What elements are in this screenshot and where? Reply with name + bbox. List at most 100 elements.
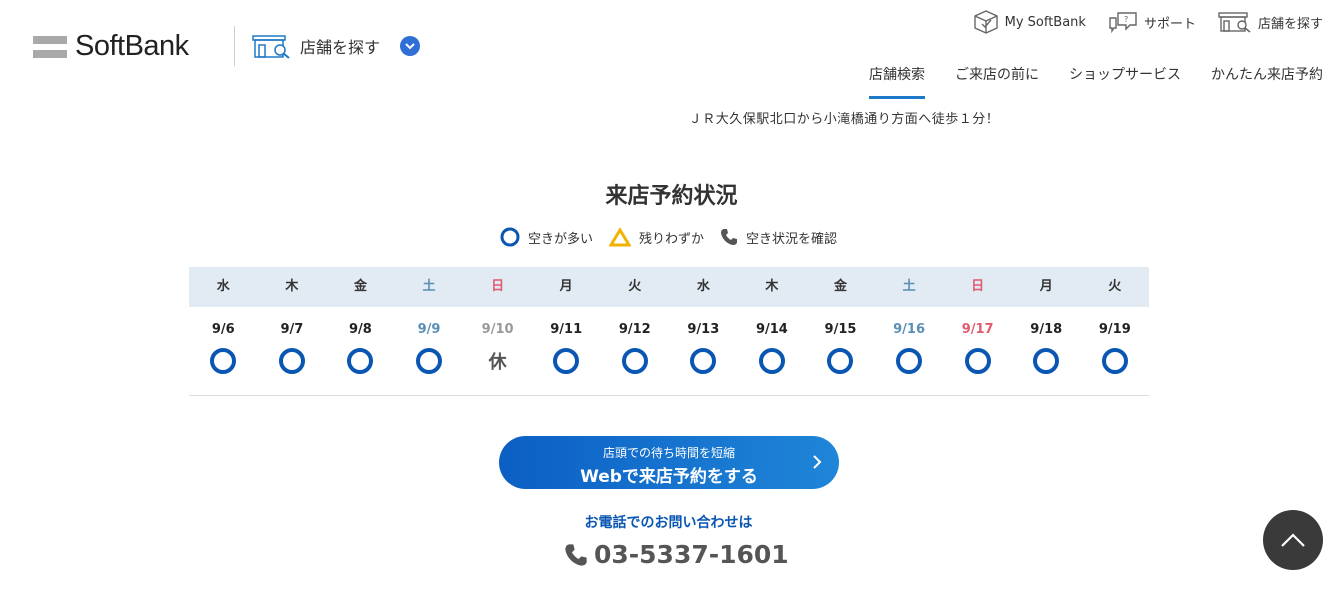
calendar-weekday: 土	[902, 279, 916, 294]
calendar-availability-cell[interactable]	[258, 341, 327, 381]
chevron-up-icon	[1281, 533, 1305, 547]
available-circle-icon	[964, 348, 991, 374]
calendar-date: 9/8	[349, 322, 372, 337]
available-circle-icon	[553, 348, 580, 374]
available-circle-icon	[1101, 348, 1128, 374]
calendar-weekday: 水	[696, 279, 710, 294]
calendar-date: 9/9	[417, 322, 441, 337]
calendar-date: 9/6	[211, 322, 235, 337]
available-circle-icon	[758, 348, 785, 374]
chevron-down-icon[interactable]	[400, 36, 421, 56]
softbank-logo[interactable]: SoftBank	[33, 30, 189, 63]
legend-few-left: 残りわずか	[609, 227, 704, 247]
reservation-title: 来店予約状況	[605, 184, 738, 209]
calendar-weekday: 土	[422, 279, 436, 294]
reservation-legend: 空きが多い 残りわずか 空き状況を確認	[500, 227, 853, 247]
calendar-availability-cell[interactable]	[189, 341, 258, 381]
utility-nav: My SoftBank ? サポート 店舗を探す	[951, 10, 1323, 34]
calendar-date: 9/10	[481, 322, 514, 337]
phone-icon	[721, 229, 738, 245]
phone-number-link[interactable]: 03-5337-1601	[564, 540, 789, 569]
web-reservation-button[interactable]: 店頭での待ち時間を短縮 Webで来店予約をする	[499, 436, 839, 489]
phone-number: 03-5337-1601	[594, 540, 789, 569]
util-mysoftbank-link[interactable]: My SoftBank	[973, 10, 1086, 34]
calendar-date: 9/11	[550, 322, 583, 337]
calendar-date: 9/14	[755, 322, 788, 337]
phone-icon	[565, 543, 587, 566]
logo-text: SoftBank	[75, 30, 189, 62]
calendar-availability-cell[interactable]	[1012, 341, 1081, 381]
calendar-date: 9/13	[687, 322, 720, 337]
nav-before-visit[interactable]: ご来店の前に	[955, 64, 1039, 99]
reservation-calendar: 水木金土日月火水木金土日月火 9/6 9/7 9/8 9/9 9/10 9/11 9/12 9…	[189, 267, 1149, 396]
calendar-date: 9/16	[893, 322, 926, 337]
available-circle-icon	[416, 348, 443, 374]
support-icon: ?	[1109, 12, 1137, 34]
available-circle-icon	[210, 348, 237, 374]
calendar-availability-cell[interactable]	[806, 341, 875, 381]
calendar-weekday: 木	[765, 279, 779, 294]
phone-inquiry-text: お電話でのお問い合わせは	[584, 515, 753, 531]
access-text: ＪＲ大久保駅北口から小滝橋通り方面へ徒歩１分！	[688, 112, 1000, 127]
calendar-availability-cell[interactable]	[395, 341, 464, 381]
store-search-dropdown[interactable]: 店舗を探す	[252, 33, 421, 59]
back-to-top-button[interactable]	[1263, 510, 1323, 570]
closed-label: 休	[488, 352, 507, 373]
calendar-date-row: 9/6 9/7 9/8 9/9 9/10 9/11 9/12 9/13 9/14 9/15 9/16…	[189, 319, 1149, 341]
calendar-weekday: 火	[1108, 279, 1122, 294]
legend-check: 空き状況を確認	[720, 228, 837, 247]
chevron-right-icon	[813, 455, 822, 469]
calendar-date: 9/19	[1098, 322, 1131, 337]
legend-check-label: 空き状況を確認	[746, 231, 838, 247]
calendar-availability-cell[interactable]	[1081, 341, 1150, 381]
nav-store-search[interactable]: 店舗検索	[869, 64, 925, 99]
calendar-weekday: 金	[353, 279, 367, 294]
available-circle-icon	[827, 348, 854, 374]
triangle-icon	[609, 227, 632, 247]
mysoftbank-icon	[973, 10, 998, 34]
util-mysoftbank-label: My SoftBank	[1004, 14, 1086, 30]
calendar-availability-cell[interactable]	[600, 341, 669, 381]
available-circle-icon	[1033, 348, 1060, 374]
calendar-availability-cell[interactable]	[669, 341, 738, 381]
available-circle-icon	[690, 348, 717, 374]
header-divider	[234, 26, 235, 66]
nav-easy-reservation[interactable]: かんたん来店予約	[1211, 64, 1323, 99]
calendar-weekday: 金	[833, 279, 847, 294]
calendar-date: 9/7	[280, 322, 304, 337]
calendar-weekday: 日	[971, 279, 985, 294]
cta-main-text: Webで来店予約をする	[580, 467, 758, 487]
calendar-weekday: 月	[1039, 279, 1053, 294]
calendar-availability-cell[interactable]	[738, 341, 807, 381]
main-nav: 店舗検索 ご来店の前に ショップサービス かんたん来店予約	[839, 64, 1323, 99]
circle-icon	[500, 227, 520, 247]
calendar-date: 9/17	[961, 322, 994, 337]
util-store-label: 店舗を探す	[1257, 16, 1323, 32]
util-support-label: サポート	[1143, 16, 1196, 32]
legend-available-label: 空きが多い	[528, 231, 594, 247]
calendar-weekday: 水	[216, 279, 230, 294]
phone-inquiry-label: お電話でのお問い合わせは	[0, 512, 1343, 532]
calendar-availability-cell[interactable]	[326, 341, 395, 381]
calendar-date: 9/12	[618, 322, 651, 337]
calendar-status-row: 休	[189, 341, 1149, 381]
calendar-date: 9/15	[824, 322, 857, 337]
nav-shop-service[interactable]: ショップサービス	[1069, 64, 1181, 99]
calendar-date: 9/18	[1030, 322, 1063, 337]
calendar-weekday: 木	[285, 279, 299, 294]
calendar-weekday: 日	[491, 279, 505, 294]
store-icon	[1218, 12, 1251, 33]
calendar-weekday: 月	[559, 279, 573, 294]
available-circle-icon	[278, 348, 305, 374]
calendar-availability-cell[interactable]	[532, 341, 601, 381]
calendar-availability-cell[interactable]	[875, 341, 944, 381]
legend-few-left-label: 残りわずか	[639, 231, 705, 247]
calendar-closed-cell: 休	[463, 341, 532, 381]
cta-subtext: 店頭での待ち時間を短縮	[602, 446, 735, 460]
calendar-body: 9/6 9/7 9/8 9/9 9/10 9/11 9/12 9/13 9/14 9/15 9/16…	[189, 307, 1149, 396]
svg-text:?: ?	[1124, 15, 1128, 24]
calendar-weekday: 火	[628, 279, 642, 294]
calendar-availability-cell[interactable]	[943, 341, 1012, 381]
util-store-link[interactable]: 店舗を探す	[1218, 11, 1323, 33]
util-support-link[interactable]: ? サポート	[1108, 10, 1196, 34]
